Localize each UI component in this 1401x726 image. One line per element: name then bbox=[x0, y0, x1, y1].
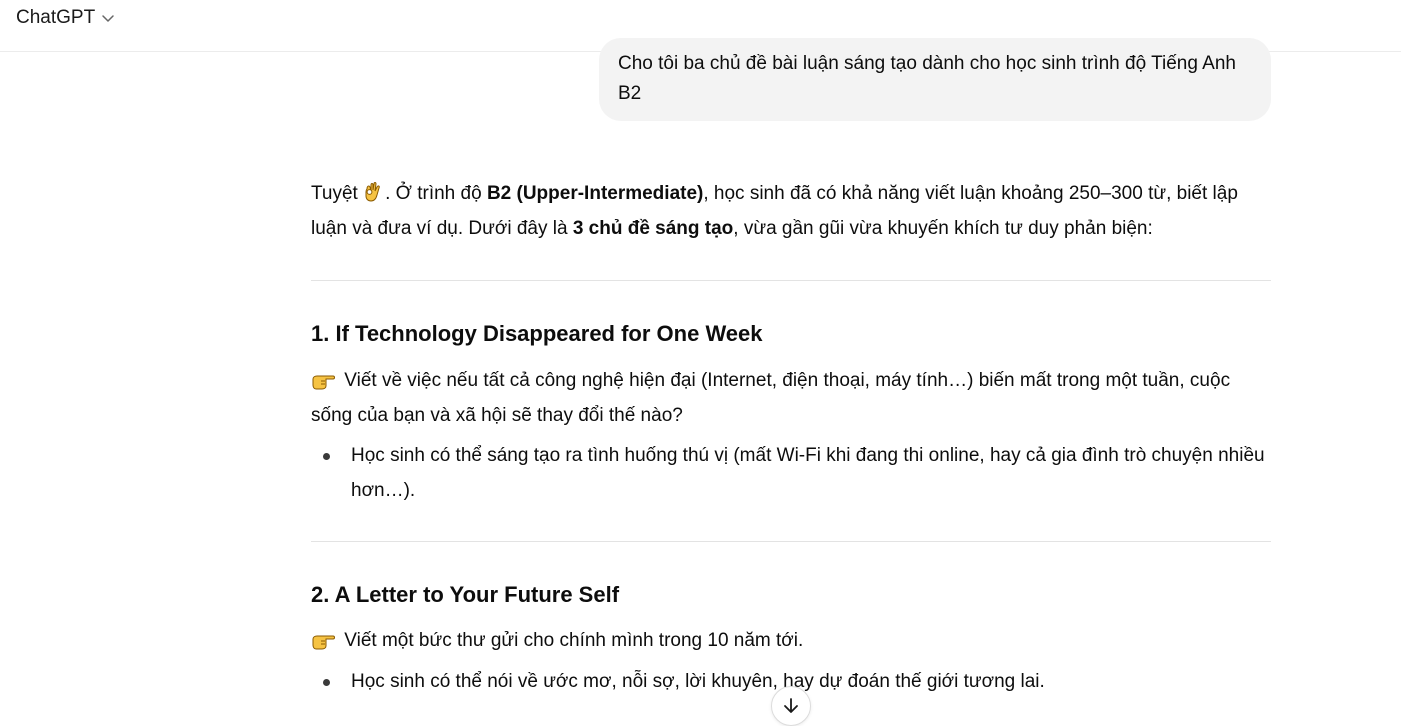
user-message-bubble: Cho tôi ba chủ đề bài luận sáng tạo dành… bbox=[599, 38, 1271, 121]
arrow-down-icon bbox=[784, 698, 798, 713]
pointing-hand-icon bbox=[312, 635, 335, 650]
topic-description: Viết một bức thư gửi cho chính mình tron… bbox=[311, 623, 1271, 658]
divider bbox=[311, 541, 1271, 542]
model-name: ChatGPT bbox=[16, 7, 96, 28]
ok-hand-icon bbox=[365, 182, 380, 202]
scroll-to-bottom-button[interactable] bbox=[771, 686, 811, 726]
bullet-dot bbox=[323, 453, 330, 460]
bullet-dot bbox=[323, 679, 330, 686]
topic-heading: 2. A Letter to Your Future Self bbox=[311, 582, 620, 607]
topic-description: Viết về việc nếu tất cả công nghệ hiện đ… bbox=[311, 370, 1231, 426]
model-selector[interactable]: ChatGPT bbox=[16, 7, 115, 29]
assistant-intro-paragraph: Tuyệt . Ở trình độ B2 (Upper-Intermediat… bbox=[311, 182, 1238, 239]
divider bbox=[311, 280, 1271, 281]
user-message-text: Cho tôi ba chủ đề bài luận sáng tạo dành… bbox=[618, 53, 1236, 104]
chevron-down-icon bbox=[102, 15, 114, 22]
list-item: Học sinh có thể sáng tạo ra tình huống t… bbox=[311, 438, 1271, 508]
pointing-hand-icon bbox=[312, 375, 335, 390]
topic-heading: 1. If Technology Disappeared for One Wee… bbox=[311, 321, 763, 346]
